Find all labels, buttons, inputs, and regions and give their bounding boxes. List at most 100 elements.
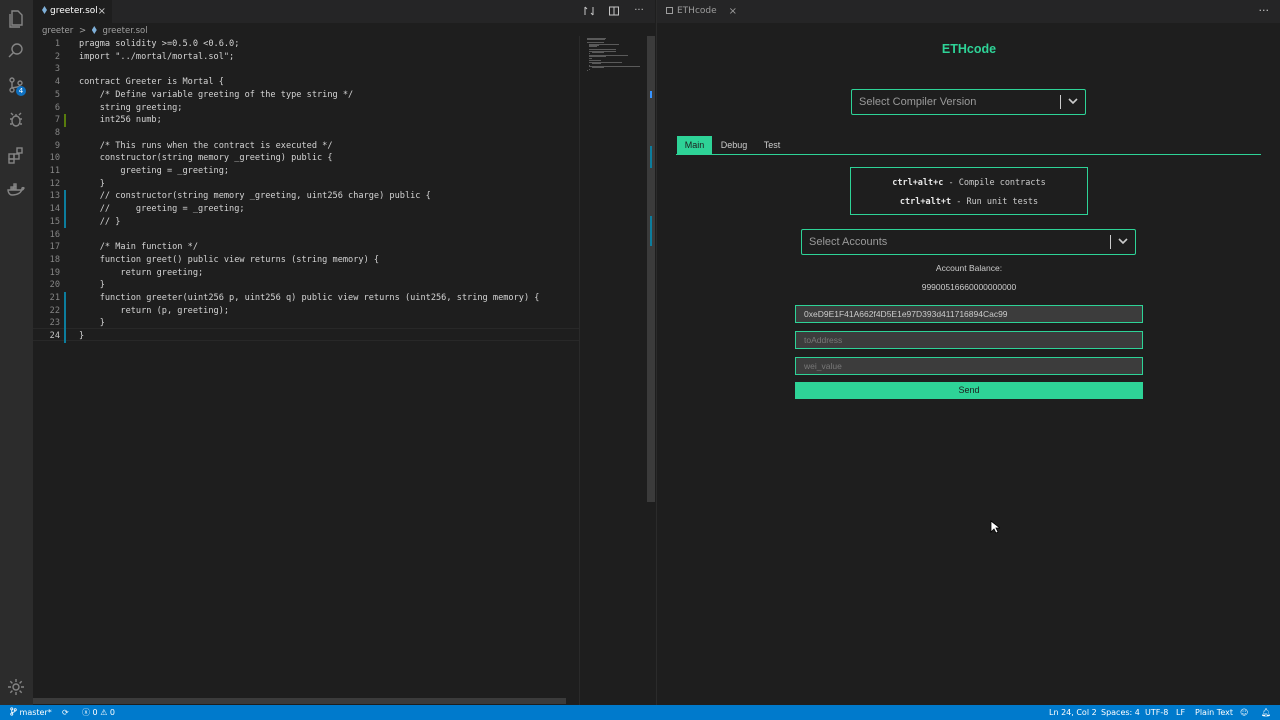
- settings-gear-icon[interactable]: [6, 677, 26, 697]
- extensions-icon[interactable]: [6, 145, 26, 165]
- code-line[interactable]: 10 constructor(string memory _greeting) …: [33, 152, 580, 165]
- chevron-down-icon[interactable]: [1117, 234, 1129, 248]
- gutter-change-marker[interactable]: [64, 330, 66, 343]
- minimap-line: [587, 39, 605, 41]
- line-ending[interactable]: LF: [1176, 705, 1185, 720]
- tab-ethcode[interactable]: ETHcode ×: [657, 0, 745, 23]
- code-text: }: [79, 318, 105, 329]
- code-line[interactable]: 2 import "../mortal/mortal.sol";: [33, 51, 580, 64]
- balance-value: 99900516660000000000: [921, 282, 1017, 292]
- select-divider: [1060, 95, 1061, 109]
- indentation[interactable]: Spaces: 4: [1101, 705, 1140, 720]
- line-number: 5: [54, 89, 60, 100]
- line-number: 24: [49, 331, 60, 342]
- code-editor[interactable]: 1 pragma solidity >=0.5.0 <0.6.0; 2 import …: [33, 38, 580, 343]
- problems-indicator[interactable]: ⓧ 0 ⚠ 0: [82, 705, 115, 720]
- open-changes-icon[interactable]: [583, 5, 595, 17]
- code-text: contract Greeter is Mortal {: [79, 77, 224, 88]
- code-line[interactable]: 20 }: [33, 279, 580, 292]
- gutter-change-marker[interactable]: [64, 292, 66, 305]
- code-line[interactable]: 7 int256 numb;: [33, 114, 580, 127]
- send-button[interactable]: Send: [795, 382, 1143, 399]
- code-line[interactable]: 24}: [33, 330, 580, 343]
- code-text: return (p, greeting);: [79, 305, 230, 316]
- close-icon[interactable]: ×: [98, 0, 106, 23]
- code-text: // greeting = _greeting;: [79, 204, 245, 215]
- code-line[interactable]: 17 /* Main function */: [33, 241, 580, 254]
- scrollbar-thumb[interactable]: [647, 36, 655, 502]
- code-line[interactable]: 16: [33, 229, 580, 242]
- tab-test[interactable]: Test: [761, 136, 783, 154]
- feedback-icon[interactable]: ☺: [1240, 705, 1248, 720]
- gutter-change-marker[interactable]: [64, 190, 66, 204]
- branch-indicator[interactable]: master*: [10, 705, 52, 720]
- code-line[interactable]: 23 }: [33, 317, 580, 331]
- minimap-line: [589, 56, 607, 58]
- line-number: 23: [49, 318, 60, 329]
- compiler-version-select[interactable]: Select Compiler Version: [851, 89, 1086, 115]
- line-number: 19: [49, 267, 60, 278]
- code-line[interactable]: 13 // constructor(string memory _greetin…: [33, 190, 580, 204]
- line-number: 2: [54, 51, 60, 62]
- code-line[interactable]: 8: [33, 127, 580, 140]
- to-address-field[interactable]: [795, 331, 1143, 349]
- preview-icon: [666, 7, 673, 14]
- chevron-down-icon[interactable]: [1067, 94, 1079, 108]
- search-icon[interactable]: [6, 41, 26, 61]
- code-text: /* Main function */: [79, 242, 198, 253]
- breadcrumb-file[interactable]: greeter.sol: [102, 26, 147, 36]
- docker-icon[interactable]: [6, 180, 26, 200]
- cursor-position[interactable]: Ln 24, Col 2: [1049, 705, 1097, 720]
- split-editor-icon[interactable]: [608, 5, 620, 17]
- code-text: /* Define variable greeting of the type …: [79, 89, 354, 100]
- gutter-change-marker[interactable]: [64, 215, 66, 229]
- encoding[interactable]: UTF-8: [1145, 705, 1168, 720]
- minimap-line: [589, 46, 597, 48]
- debug-icon[interactable]: [6, 110, 26, 130]
- code-line[interactable]: 3: [33, 63, 580, 76]
- code-text: }: [79, 331, 85, 342]
- breadcrumb: greeter > greeter.sol: [42, 24, 148, 38]
- more-actions-icon[interactable]: ···: [1259, 4, 1270, 17]
- more-actions-icon[interactable]: ···: [633, 5, 645, 17]
- code-line[interactable]: 9 /* This runs when the contract is exec…: [33, 140, 580, 153]
- accounts-select[interactable]: Select Accounts: [801, 229, 1136, 255]
- tab-label: ETHcode: [677, 6, 717, 16]
- tab-debug[interactable]: Debug: [718, 136, 750, 154]
- notifications-icon[interactable]: 🔔︎: [1261, 705, 1271, 720]
- tab-main[interactable]: Main: [677, 136, 712, 154]
- code-text: // }: [79, 216, 121, 227]
- files-icon[interactable]: [6, 8, 26, 28]
- code-line[interactable]: 19 return greeting;: [33, 267, 580, 280]
- gutter-change-marker[interactable]: [64, 317, 66, 331]
- gutter-change-marker[interactable]: [64, 114, 66, 127]
- line-number: 11: [49, 166, 60, 176]
- tab-greeter-sol[interactable]: greeter.sol ×: [33, 0, 112, 23]
- from-address-field[interactable]: [795, 305, 1143, 323]
- code-line[interactable]: 15 // }: [33, 215, 580, 229]
- code-line[interactable]: 12 }: [33, 178, 580, 191]
- line-number: 13: [49, 191, 60, 202]
- horizontal-scrollbar[interactable]: [33, 698, 566, 704]
- code-line[interactable]: 5 /* Define variable greeting of the typ…: [33, 89, 580, 102]
- code-line[interactable]: 18 function greet() public view returns …: [33, 254, 580, 267]
- solidity-file-icon: [42, 6, 47, 14]
- code-line[interactable]: 22 return (p, greeting);: [33, 304, 580, 318]
- close-icon[interactable]: ×: [729, 0, 737, 23]
- sync-icon[interactable]: ⟳: [62, 705, 69, 720]
- minimap[interactable]: [583, 36, 647, 76]
- code-line[interactable]: 4 contract Greeter is Mortal {: [33, 76, 580, 89]
- gutter-change-marker[interactable]: [64, 304, 66, 318]
- code-line[interactable]: 6 string greeting;: [33, 102, 580, 115]
- code-line[interactable]: 1 pragma solidity >=0.5.0 <0.6.0;: [33, 38, 580, 51]
- language-mode[interactable]: Plain Text: [1195, 705, 1233, 720]
- code-line[interactable]: 21 function greeter(uint256 p, uint256 q…: [33, 292, 580, 305]
- wei-value-field[interactable]: [795, 357, 1143, 375]
- code-text: greeting = _greeting;: [79, 166, 230, 176]
- breadcrumb-folder[interactable]: greeter: [42, 26, 73, 36]
- mouse-pointer-icon: [990, 520, 1000, 534]
- vertical-scrollbar[interactable]: [647, 36, 655, 502]
- code-line[interactable]: 14 // greeting = _greeting;: [33, 203, 580, 216]
- code-line[interactable]: 11 greeting = _greeting;: [33, 165, 580, 178]
- gutter-change-marker[interactable]: [64, 203, 66, 216]
